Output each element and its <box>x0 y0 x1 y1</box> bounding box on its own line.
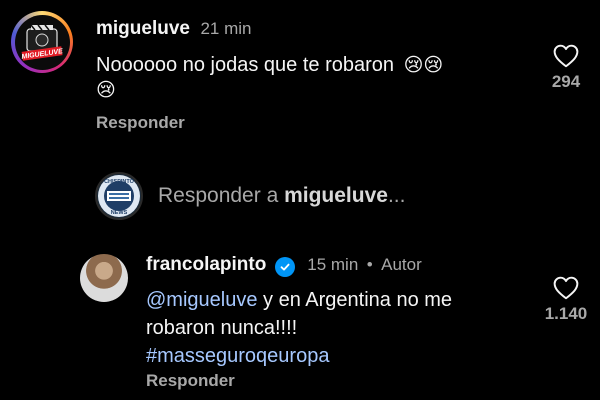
comment-time: 15 min <box>307 255 359 274</box>
reply-suffix: ... <box>387 184 406 207</box>
hashtag-link[interactable]: #masseguroqeuropa <box>146 342 526 370</box>
comment-text: @migueluve y en Argentina no me robaron … <box>146 286 526 370</box>
comment-body: Noooooo no jodas que te robaron <box>96 54 395 76</box>
comment-body: y en Argentina no me <box>257 289 453 311</box>
like-group: 1.140 <box>540 276 592 324</box>
separator-dot: • <box>366 255 373 274</box>
comment-username[interactable]: migueluve <box>96 18 190 39</box>
author-label: Autor <box>381 255 422 274</box>
current-user-avatar: CHISPINTO NEWS <box>95 172 143 220</box>
comment-time: 21 min <box>200 19 252 38</box>
crying-emoji-group: 😢😢 <box>403 55 444 76</box>
comment-username[interactable]: francolapinto <box>146 254 266 275</box>
reply-button[interactable]: Responder <box>96 113 185 133</box>
avatar-francolapinto[interactable] <box>80 254 128 302</box>
heart-icon[interactable] <box>553 276 579 300</box>
like-group: 294 <box>545 44 587 92</box>
reply-prefix: Responder a <box>158 184 279 207</box>
reply-username: migueluve <box>284 184 388 207</box>
comment-header: migueluve 21 min <box>96 18 251 40</box>
reply-button[interactable]: Responder <box>146 371 235 391</box>
comment-header: francolapinto 15 min • Autor <box>146 254 422 277</box>
logo-top-text: CHISPINTO <box>104 179 135 185</box>
reply-input[interactable]: Responder a migueluve... <box>158 184 405 208</box>
comment-text: Noooooo no jodas que te robaron 😢😢 <box>96 51 516 80</box>
comment-body-line2: robaron nunca!!!! <box>146 317 298 339</box>
crying-emoji: 😢 <box>96 80 116 101</box>
like-count: 294 <box>551 72 581 91</box>
like-count: 1.140 <box>544 304 588 323</box>
logo-bottom-text: NEWS <box>111 210 128 216</box>
verified-badge-icon <box>274 257 295 277</box>
migueluve-logo: MIGUELUVE <box>21 24 64 61</box>
avatar-migueluve[interactable]: MIGUELUVE <box>11 11 73 73</box>
heart-icon[interactable] <box>553 44 579 68</box>
mention-link[interactable]: @migueluve <box>146 289 257 311</box>
chispinto-news-logo: CHISPINTO NEWS <box>98 175 140 217</box>
